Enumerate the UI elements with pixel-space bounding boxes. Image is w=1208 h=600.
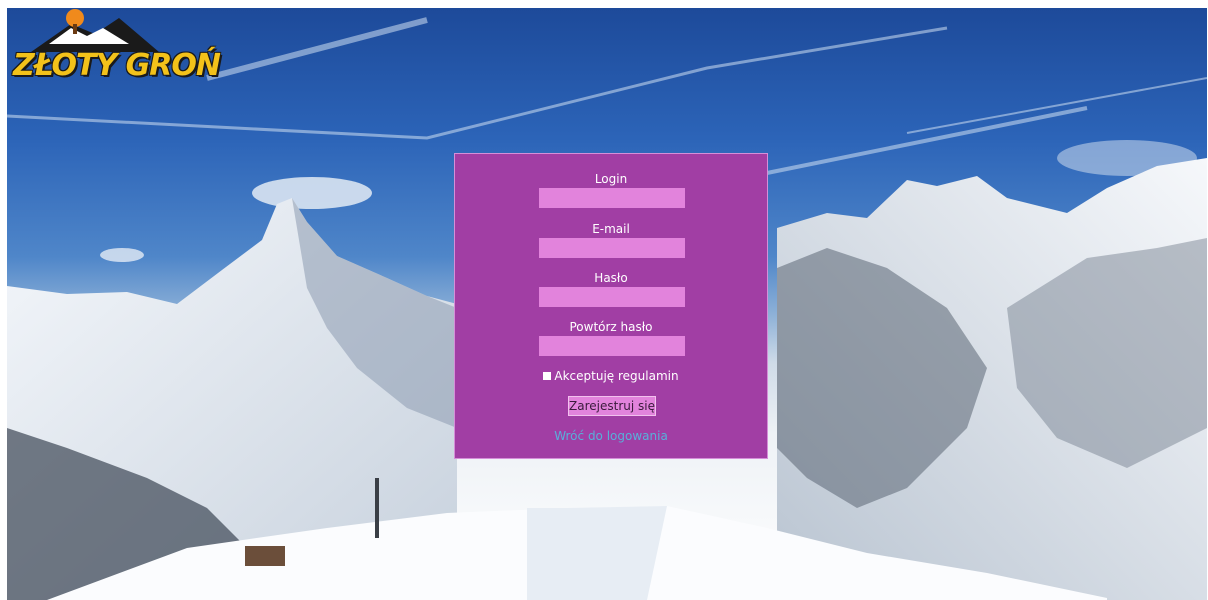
login-label: Login [594,172,628,186]
email-label: E-mail [592,222,630,236]
terms-checkbox[interactable] [543,372,552,380]
back-to-login-link[interactable]: Wróć do logowania [455,429,767,443]
terms-row: Akceptuję regulamin [455,369,767,383]
logo: ZŁOTY GROŃ [9,8,221,86]
cloud [100,248,144,262]
ski-hut [245,546,285,566]
terms-label: Akceptuję regulamin [554,369,679,383]
repeat-password-input[interactable] [539,336,685,356]
background-photo: ZŁOTY GROŃ Login E-mail Hasło Powtórz ha… [7,8,1207,600]
lift-pylon [375,478,379,538]
cloud [252,177,372,209]
password-input[interactable] [539,287,685,307]
email-input[interactable] [539,238,685,258]
registration-panel: Login E-mail Hasło Powtórz hasło Akceptu… [454,153,768,459]
repeat-password-label: Powtórz hasło [569,320,653,334]
login-input[interactable] [539,188,685,208]
ski-slope-shadow [527,506,667,600]
register-button[interactable]: Zarejestruj się [568,396,656,416]
password-label: Hasło [594,271,628,285]
logo-text: ZŁOTY GROŃ [13,48,221,83]
